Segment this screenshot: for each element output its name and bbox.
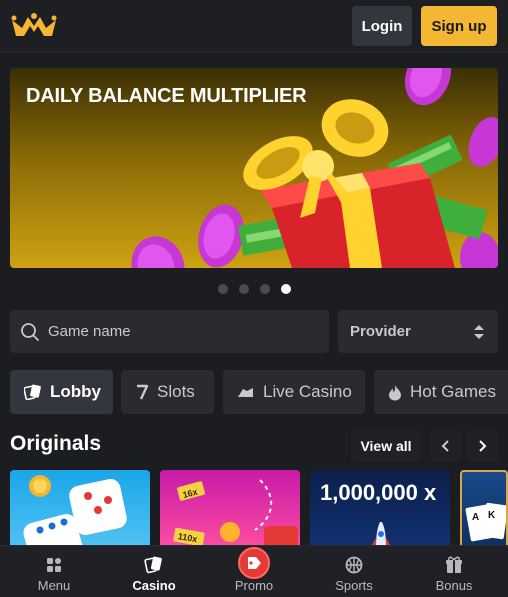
provider-label: Provider (350, 323, 411, 340)
tab-slots[interactable]: Slots (121, 370, 214, 414)
promo-badge[interactable] (238, 547, 270, 579)
search-box (10, 310, 329, 353)
coin-icon (404, 68, 452, 106)
nav-bonus[interactable]: Bonus (404, 546, 504, 597)
cards-icon (24, 384, 41, 400)
section-title: Originals (10, 432, 102, 455)
tab-label: Slots (157, 382, 195, 401)
sort-arrows-icon (474, 325, 484, 339)
dealer-hand-icon (238, 388, 253, 397)
seven-icon (137, 384, 149, 400)
tab-hot-games[interactable]: Hot Games (374, 370, 508, 414)
grid-icon (47, 558, 61, 572)
next-button[interactable] (466, 430, 498, 462)
promo-banner[interactable]: DAILY BALANCE MULTIPLIER (10, 68, 498, 268)
nav-label: Promo (234, 578, 274, 593)
svg-text:A: A (472, 512, 479, 523)
tab-label: Lobby (50, 382, 101, 401)
crash-game-card[interactable]: 1,000,000 x (310, 470, 450, 550)
carousel-dot[interactable] (260, 284, 270, 294)
nav-casino[interactable]: Casino (104, 546, 204, 597)
plinko-game-card[interactable]: 16x 110x (160, 470, 300, 550)
tab-live-casino[interactable]: Live Casino (223, 370, 365, 414)
search-icon (21, 323, 39, 341)
nav-label: Sports (335, 578, 373, 593)
signup-button[interactable]: Sign up (421, 6, 497, 46)
dice-game-card[interactable] (10, 470, 150, 550)
cards-icon (144, 556, 162, 574)
previous-button[interactable] (430, 430, 462, 462)
gift-icon (446, 556, 462, 573)
carousel-dots (218, 284, 291, 294)
tab-label: Live Casino (263, 382, 352, 401)
dice-icon (23, 475, 127, 550)
ball-icon (345, 556, 363, 574)
nav-menu[interactable]: Menu (4, 546, 104, 597)
plinko-icon: 16x 110x (173, 479, 298, 550)
cards-game-card[interactable]: A K (460, 470, 508, 550)
chevron-left-icon (441, 440, 449, 452)
rocket-icon: 1,000,000 x (320, 480, 437, 550)
nav-label: Bonus (435, 578, 473, 593)
tab-label: Hot Games (410, 382, 496, 401)
provider-select[interactable]: Provider (338, 310, 498, 353)
playing-cards-icon: A K (465, 502, 506, 542)
multiplier-text: 1,000,000 x (320, 480, 437, 505)
app-page: Login Sign up DAILY BALANCE MULTIPLIER G… (0, 0, 508, 597)
search-input[interactable] (48, 310, 318, 353)
flame-icon (389, 384, 401, 400)
carousel-dot[interactable] (239, 284, 249, 294)
carousel-dot[interactable] (218, 284, 228, 294)
nav-sports[interactable]: Sports (304, 546, 404, 597)
nav-label: Menu (37, 578, 71, 593)
banner-title: DAILY BALANCE MULTIPLIER (26, 85, 307, 107)
top-header: Login Sign up (0, 0, 508, 53)
view-all-button[interactable]: View all (351, 430, 421, 462)
svg-text:K: K (488, 510, 496, 521)
login-button[interactable]: Login (352, 6, 412, 46)
crown-logo-icon[interactable] (10, 12, 58, 40)
chevron-right-icon (479, 440, 487, 452)
carousel-dot-active[interactable] (281, 284, 291, 294)
tab-lobby[interactable]: Lobby (10, 370, 113, 414)
nav-label: Casino (132, 578, 176, 593)
gift-tag-icon (248, 557, 261, 569)
